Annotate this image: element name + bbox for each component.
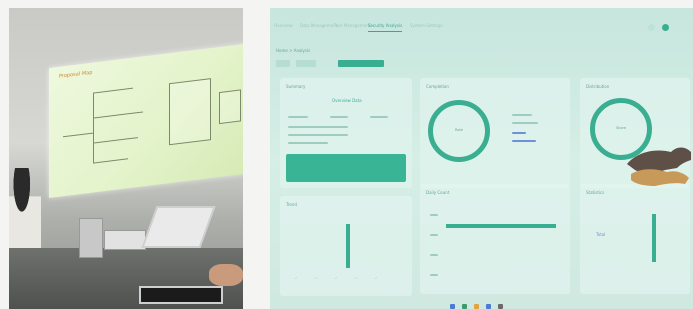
hand: [209, 264, 243, 286]
nav-tab[interactable]: Overview: [274, 23, 293, 28]
axis-label: [430, 274, 438, 276]
meeting-room-photo: Proposal Map: [9, 8, 243, 309]
taskbar-icon[interactable]: [498, 304, 503, 309]
text-line: [288, 142, 328, 144]
laptop: [141, 206, 216, 248]
dashboard-top-nav: Overview Data Management Task Management…: [270, 8, 693, 32]
projected-dashboard-photo: Overview Data Management Task Management…: [270, 8, 693, 309]
donut-label: Rate: [454, 128, 464, 132]
link-text[interactable]: [512, 132, 526, 134]
text-line: [370, 116, 388, 118]
trend-panel: Trend — — — — —: [280, 196, 412, 296]
mindmap-branch: [93, 87, 133, 94]
highlight-card[interactable]: [286, 154, 406, 182]
link-text[interactable]: [512, 140, 536, 142]
axis-label: [430, 214, 438, 216]
filter-button[interactable]: [296, 60, 316, 67]
bell-icon[interactable]: [648, 24, 655, 31]
mindmap-branch: [93, 111, 143, 119]
projector-device: [104, 230, 146, 250]
taskbar-icon[interactable]: [474, 304, 479, 309]
text-line: [288, 126, 348, 128]
nav-tab[interactable]: Data Management: [300, 23, 337, 28]
completion-panel: Completion Rate: [420, 78, 570, 188]
breadcrumb: Home > Analysis: [276, 48, 311, 53]
text-line: [288, 134, 348, 136]
taskbar-icon[interactable]: [450, 304, 455, 309]
mindmap-node-box: [219, 89, 241, 125]
panel-highlight: Overview Data: [332, 98, 362, 103]
slide-title: Proposal Map: [59, 69, 93, 80]
taskbar-icon[interactable]: [462, 304, 467, 309]
panel-title: Completion: [426, 84, 449, 89]
nav-tab[interactable]: Task Management: [334, 23, 370, 28]
mindmap-branch: [63, 132, 93, 138]
axis-tick: —: [313, 275, 318, 281]
taskbar: [440, 304, 560, 309]
tablet: [139, 286, 223, 304]
text-line: [512, 122, 538, 124]
nav-tab-active[interactable]: Security Analysis: [368, 23, 403, 32]
nav-tab[interactable]: System Settings: [410, 23, 443, 28]
panel-title: Distribution: [586, 84, 610, 89]
mindmap-branch: [93, 92, 94, 163]
panel-title: Summary: [286, 84, 306, 89]
text-line: [330, 116, 348, 118]
cat-body-lower: [631, 169, 689, 186]
panel-title: Trend: [286, 202, 297, 207]
summary-panel: Summary Overview Data: [280, 78, 412, 188]
bar-mark: [446, 224, 556, 228]
axis-tick: —: [353, 275, 358, 281]
axis-label: [430, 254, 438, 256]
bar-mark: [346, 224, 350, 268]
taskbar-icon[interactable]: [486, 304, 491, 309]
mindmap-branch: [93, 137, 138, 144]
stat-label: Total: [596, 232, 606, 237]
axis-label: [430, 234, 438, 236]
text-line: [288, 116, 308, 118]
panel-title: Daily Count: [426, 190, 450, 195]
mindmap-node-box: [169, 78, 211, 146]
daily-count-panel: Daily Count: [420, 184, 570, 294]
axis-tick: —: [293, 275, 298, 281]
speaker-device: [79, 218, 103, 258]
filter-button[interactable]: [276, 60, 290, 67]
avatar[interactable]: [662, 24, 669, 31]
person-seated: [9, 168, 41, 248]
axis-tick: —: [373, 275, 378, 281]
search-button[interactable]: [338, 60, 384, 67]
cat-silhouette: [627, 147, 691, 186]
text-line: [512, 114, 532, 116]
donut-label: Share: [615, 126, 627, 130]
panel-title: Statistics: [586, 190, 605, 195]
axis-tick: —: [333, 275, 338, 281]
mindmap-branch: [93, 158, 128, 164]
bar-mark: [652, 214, 656, 262]
cat-body: [627, 147, 691, 173]
statistics-panel: Statistics Total: [580, 184, 690, 294]
projected-mindmap-slide: Proposal Map: [49, 43, 243, 198]
